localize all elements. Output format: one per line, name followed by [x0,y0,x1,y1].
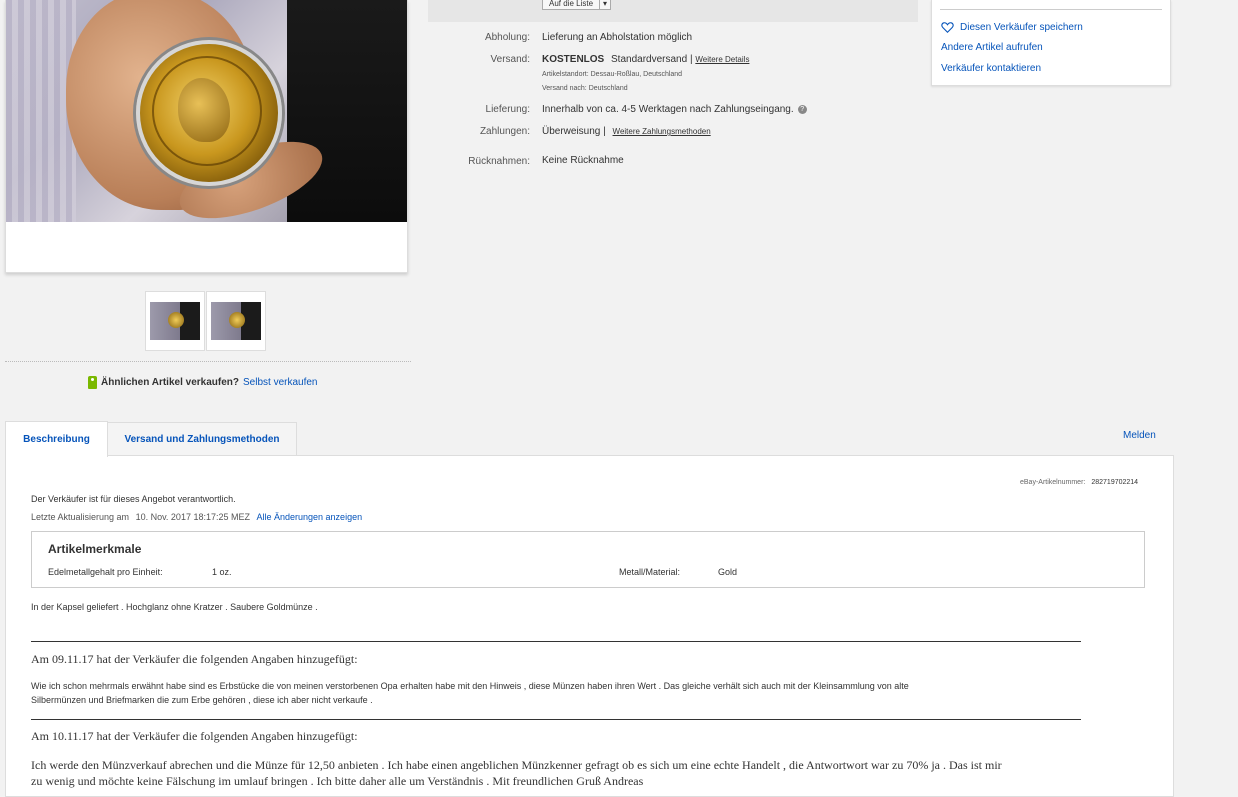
addendum-2-heading: Am 10.11.17 hat der Verkäufer die folgen… [31,729,358,743]
seller-divider [940,9,1162,10]
thumbnail-1[interactable] [145,291,205,351]
image-background-dark [287,0,407,222]
item-specifics-box: Artikelmerkmale Edelmetallgehalt pro Ein… [31,531,1145,588]
description-panel: eBay-Artikelnummer: 282719702214 Der Verk… [5,455,1174,797]
watch-list-button[interactable]: Auf die Liste ▾ [542,0,612,10]
delivery-row: Innerhalb von ca. 4-5 Werktagen nach Zah… [542,104,807,115]
item-number: eBay-Artikelnummer: 282719702214 [1020,479,1138,486]
shipping-method: Standardversand | [611,54,693,65]
description-text: In der Kapsel geliefert . Hochglanz ohne… [31,602,318,612]
returns-value: Keine Rücknahme [542,155,624,166]
last-update-row: Letzte Aktualisierung am 10. Nov. 2017 1… [31,512,362,522]
help-icon[interactable]: ? [797,104,807,114]
sell-yourself-link[interactable]: Selbst verkaufen [243,377,318,388]
item-number-value: 282719702214 [1091,479,1139,486]
sell-similar-row: Ähnlichen Artikel verkaufen? Selbst verk… [88,376,318,389]
all-changes-link[interactable]: Alle Änderungen anzeigen [257,512,363,522]
addendum-rule-2 [31,719,1081,720]
image-coin [136,40,282,186]
sell-similar-question: Ähnlichen Artikel verkaufen? [101,377,239,388]
tab-shipping-payment[interactable]: Versand und Zahlungsmethoden [107,422,297,455]
shipping-details-link[interactable]: Weitere Details [695,55,749,64]
item-specifics-title: Artikelmerkmale [48,542,142,556]
addendum-1-line-2: Silbermünzen und Briefmarken die zum Erb… [31,695,373,705]
payment-row: Überweisung | Weitere Zahlungsmethoden [542,126,711,137]
shipping-free: KOSTENLOS [542,54,605,65]
delivery-value: Innerhalb von ca. 4-5 Werktagen nach Zah… [542,104,794,115]
payment-label: Zahlungen: [479,126,530,137]
price-tag-icon [88,376,97,389]
thumbnail-2[interactable] [206,291,266,351]
last-update-date: 10. Nov. 2017 18:17:25 MEZ [135,512,250,522]
save-seller-label[interactable]: Diesen Verkäufer speichern [960,22,1083,33]
chevron-down-icon[interactable]: ▾ [600,0,612,10]
pickup-value: Lieferung an Abholstation möglich [542,32,693,43]
spec-value-2: Gold [718,567,738,577]
bid-box [428,0,918,22]
returns-label: Rücknahmen: [468,156,530,167]
other-items-link[interactable]: Andere Artikel aufrufen [941,42,1043,53]
item-number-label: eBay-Artikelnummer: [1020,479,1086,486]
spec-value-1: 1 oz. [212,567,232,577]
shipping-value: KOSTENLOS Standardversand | Weitere Deta… [542,54,749,65]
addendum-2-line-2: zu wenig und möchte keine Fälschung im u… [31,774,644,788]
ships-to: Versand nach: Deutschland [542,85,628,92]
main-image-frame[interactable] [5,0,408,273]
watch-list-label[interactable]: Auf die Liste [542,0,601,10]
seller-responsibility: Der Verkäufer ist für dieses Angebot ver… [31,494,236,504]
heart-icon [941,22,954,33]
delivery-label: Lieferung: [485,104,530,115]
report-link[interactable]: Melden [1123,430,1156,441]
last-update-label: Letzte Aktualisierung am [31,512,130,522]
tab-description[interactable]: Beschreibung [5,421,108,457]
addendum-1-line-1: Wie ich schon mehrmals erwähnt habe sind… [31,681,909,691]
shipping-label: Versand: [490,54,530,65]
payment-value: Überweisung | [542,126,606,137]
spec-key-1: Edelmetallgehalt pro Einheit: [48,567,163,577]
addendum-rule-1 [31,641,1081,642]
contact-seller-link[interactable]: Verkäufer kontaktieren [941,63,1041,74]
payment-methods-link[interactable]: Weitere Zahlungsmethoden [613,127,711,136]
save-seller-link[interactable]: Diesen Verkäufer speichern [941,22,1083,33]
divider [5,361,411,362]
pickup-label: Abholung: [484,32,530,43]
seller-info-box: Diesen Verkäufer speichern Andere Artike… [931,0,1171,86]
addendum-2-line-1: Ich werde den Münzverkauf abrechen und d… [31,758,1002,772]
main-image[interactable] [6,0,407,222]
spec-key-2: Metall/Material: [619,567,681,577]
item-location: Artikelstandort: Dessau-Roßlau, Deutschl… [542,71,683,78]
addendum-1-heading: Am 09.11.17 hat der Verkäufer die folgen… [31,652,358,666]
